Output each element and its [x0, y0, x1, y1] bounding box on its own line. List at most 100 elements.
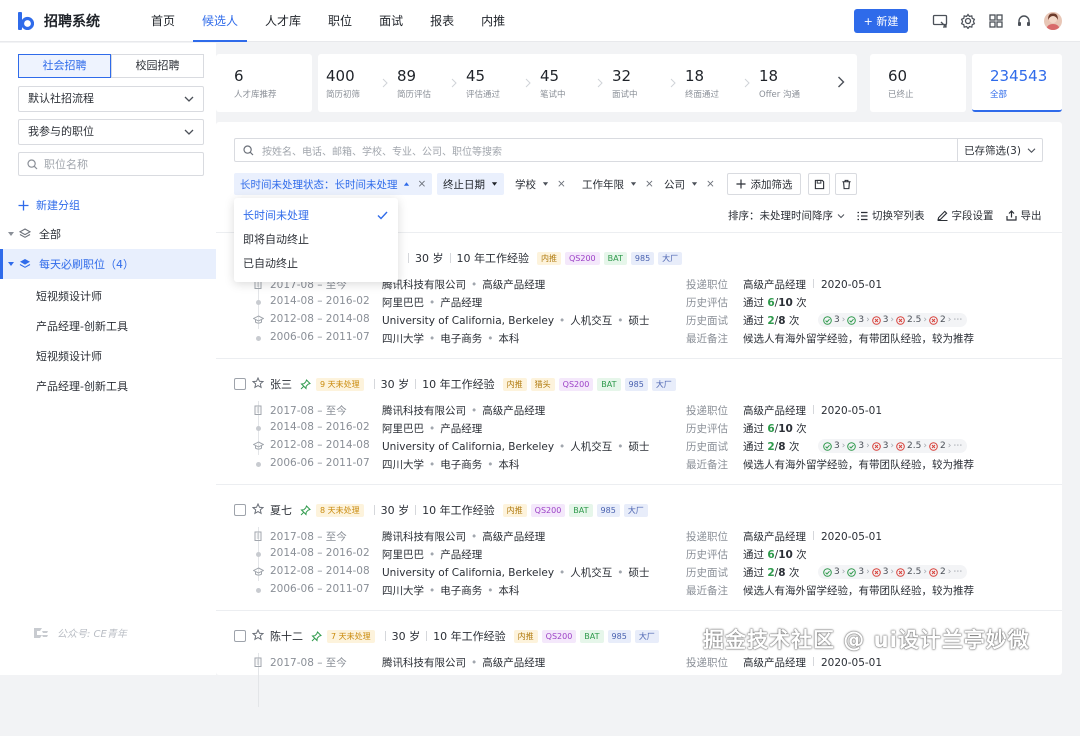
candidate-experience: 10 年工作经验 [422, 504, 495, 517]
clear-filter-button[interactable] [835, 173, 857, 195]
screen-cast-icon[interactable] [932, 13, 948, 29]
remove-filter-icon[interactable]: × [418, 178, 427, 190]
filter-chip-unprocessed[interactable]: 长时间未处理状态：长时间未处理 × [234, 173, 433, 195]
job-period: 2017-08 – 至今 [270, 405, 347, 417]
more-icon[interactable]: ⋯ [953, 567, 962, 577]
wechat-watermark: 公众号: CE青年 [32, 625, 127, 640]
job-company: 阿里巴巴 • 产品经理 [382, 549, 483, 561]
select-checkbox[interactable] [234, 630, 246, 642]
plus-icon [735, 179, 746, 189]
switch-view-button[interactable]: 切换窄列表 [857, 208, 925, 223]
star-icon[interactable] [252, 629, 264, 641]
pin-icon[interactable] [300, 378, 311, 390]
candidate-search-input[interactable]: 按姓名、电话、邮箱、学校、专业、公司、职位等搜索 [234, 138, 958, 162]
tree-leaf-job[interactable]: 短视频设计师 [36, 348, 102, 364]
interview-round: 3 [871, 567, 888, 577]
candidate-name[interactable]: 夏七 [270, 502, 292, 518]
filter-chip-years[interactable]: 工作年限 × [576, 173, 660, 195]
more-icon[interactable]: ⋯ [953, 315, 962, 325]
pin-icon[interactable] [300, 504, 311, 516]
gear-icon[interactable] [960, 13, 976, 29]
select-checkbox[interactable] [234, 378, 246, 390]
job-select[interactable]: 我参与的职位 [18, 119, 204, 145]
history-eval-label: 历史评估 [686, 297, 728, 309]
chevron-right-icon [744, 78, 750, 88]
candidate-name[interactable]: 张三 [270, 376, 292, 392]
interview-round: 2 [929, 315, 946, 325]
nav-item[interactable]: 人才库 [256, 0, 310, 42]
field-settings-button[interactable]: 字段设置 [936, 208, 994, 223]
filter-chip-company[interactable]: 公司 × [658, 173, 721, 195]
tab-social-recruit[interactable]: 社会招聘 [18, 54, 111, 78]
user-avatar[interactable] [1044, 12, 1062, 30]
star-icon[interactable] [252, 377, 264, 389]
filter-chip-school[interactable]: 学校 × [509, 173, 572, 195]
stat-card-talent[interactable]: 6 人才库推荐 [216, 54, 312, 112]
last-note-value: 候选人有海外留学经验，有带团队经验，较为推荐 [743, 585, 974, 597]
funnel-stage[interactable]: 89 简历评估 [397, 67, 431, 100]
trash-icon [841, 179, 851, 189]
flow-select[interactable]: 默认社招流程 [18, 86, 204, 112]
brand[interactable]: 招聘系统 [18, 11, 142, 31]
nav-item[interactable]: 报表 [421, 0, 463, 42]
remove-filter-icon[interactable]: × [706, 178, 715, 190]
funnel-stage[interactable]: 400 简历初筛 [326, 67, 360, 100]
select-checkbox[interactable] [234, 504, 246, 516]
nav-item[interactable]: 内推 [472, 0, 514, 42]
new-group-button[interactable]: 新建分组 [18, 197, 80, 213]
stat-value: 89 [397, 67, 417, 85]
main-nav: 首页 候选人 人才库 职位 面试 报表 内推 [142, 0, 523, 42]
stat-card-all[interactable]: 234543 全部 [972, 54, 1062, 112]
tree-item-all[interactable]: 全部 [0, 219, 216, 249]
candidate-header: 30 岁 10 年工作经验 内推 QS200 BAT 985 大厂 [402, 250, 686, 266]
tab-campus-recruit[interactable]: 校园招聘 [111, 54, 204, 78]
nav-item[interactable]: 职位 [319, 0, 361, 42]
star-icon[interactable] [252, 503, 264, 515]
more-icon[interactable]: ⋯ [953, 441, 962, 451]
candidate-tag: 大厂 [623, 503, 648, 517]
dropdown-option-label: 即将自动终止 [243, 233, 309, 246]
apply-job-value: 高级产品经理 2020-05-01 [743, 279, 883, 291]
add-filter-label: 添加筛选 [750, 178, 793, 191]
funnel-stage[interactable]: 18 终面通过 [685, 67, 719, 100]
funnel-stage[interactable]: 32 面试中 [612, 67, 638, 100]
remove-filter-icon[interactable]: × [645, 178, 654, 190]
nav-item[interactable]: 首页 [142, 0, 184, 42]
tree-leaf-job[interactable]: 产品经理-创新工具 [36, 318, 128, 334]
export-button[interactable]: 导出 [1005, 208, 1042, 223]
filter-chip-end-date[interactable]: 终止日期 [437, 173, 504, 195]
funnel-stage[interactable]: 45 评估通过 [466, 67, 500, 100]
dropdown-option[interactable]: 已自动终止 [234, 252, 398, 276]
saved-filters-select[interactable]: 已存筛选(3) [957, 138, 1043, 162]
headset-icon[interactable] [1016, 13, 1032, 29]
pin-icon[interactable] [311, 630, 322, 642]
dropdown-option[interactable]: 即将自动终止 [234, 228, 398, 252]
candidate-name[interactable]: 陈十二 [270, 628, 303, 644]
unprocessed-badge: 9 天未处理 [316, 377, 364, 391]
chevron-down-icon [184, 96, 194, 102]
position-search-input[interactable]: 职位名称 [18, 152, 204, 176]
history-eval-value: 通过 6/10 次 [743, 549, 807, 561]
tree-leaf-job[interactable]: 短视频设计师 [36, 288, 102, 304]
candidate-card[interactable]: 夏七 8 天未处理 30 岁 10 年工作经验 内推 QS200 BAT 985 大厂 2017-… [216, 484, 1062, 610]
add-filter-button[interactable]: 添加筛选 [727, 173, 801, 195]
arrow-right-icon: › [923, 567, 927, 577]
save-filter-button[interactable] [808, 173, 830, 195]
grid-apps-icon[interactable] [988, 13, 1004, 29]
candidate-tag: 985 [607, 629, 631, 643]
candidate-card[interactable]: 张三 9 天未处理 30 岁 10 年工作经验 内推 猎头 QS200 BAT 985 大厂 201… [216, 358, 1062, 484]
new-button[interactable]: + 新建 [854, 9, 908, 33]
sort-select[interactable]: 未处理时间降序 [760, 208, 846, 223]
nav-item[interactable]: 面试 [370, 0, 412, 42]
stat-card-ended[interactable]: 60 已终止 [870, 54, 966, 112]
funnel-stage[interactable]: 45 笔试中 [540, 67, 566, 100]
scroll-right-icon[interactable] [837, 76, 845, 88]
dropdown-option[interactable]: 长时间未处理 [234, 204, 398, 228]
nav-item[interactable]: 候选人 [193, 0, 248, 42]
tree-leaf-job[interactable]: 产品经理-创新工具 [36, 378, 128, 394]
tree-item-daily-jobs[interactable]: 每天必刷职位 （4） [0, 249, 216, 279]
funnel-stage[interactable]: 18 Offer 沟通 [759, 67, 800, 100]
funnel-stats: 400 简历初筛 89 简历评估 45 评估通过 45 笔试中 32 面试中 18 终面通过 18 Off… [318, 54, 857, 112]
last-note-label: 最近备注 [686, 459, 728, 471]
remove-filter-icon[interactable]: × [557, 178, 566, 190]
